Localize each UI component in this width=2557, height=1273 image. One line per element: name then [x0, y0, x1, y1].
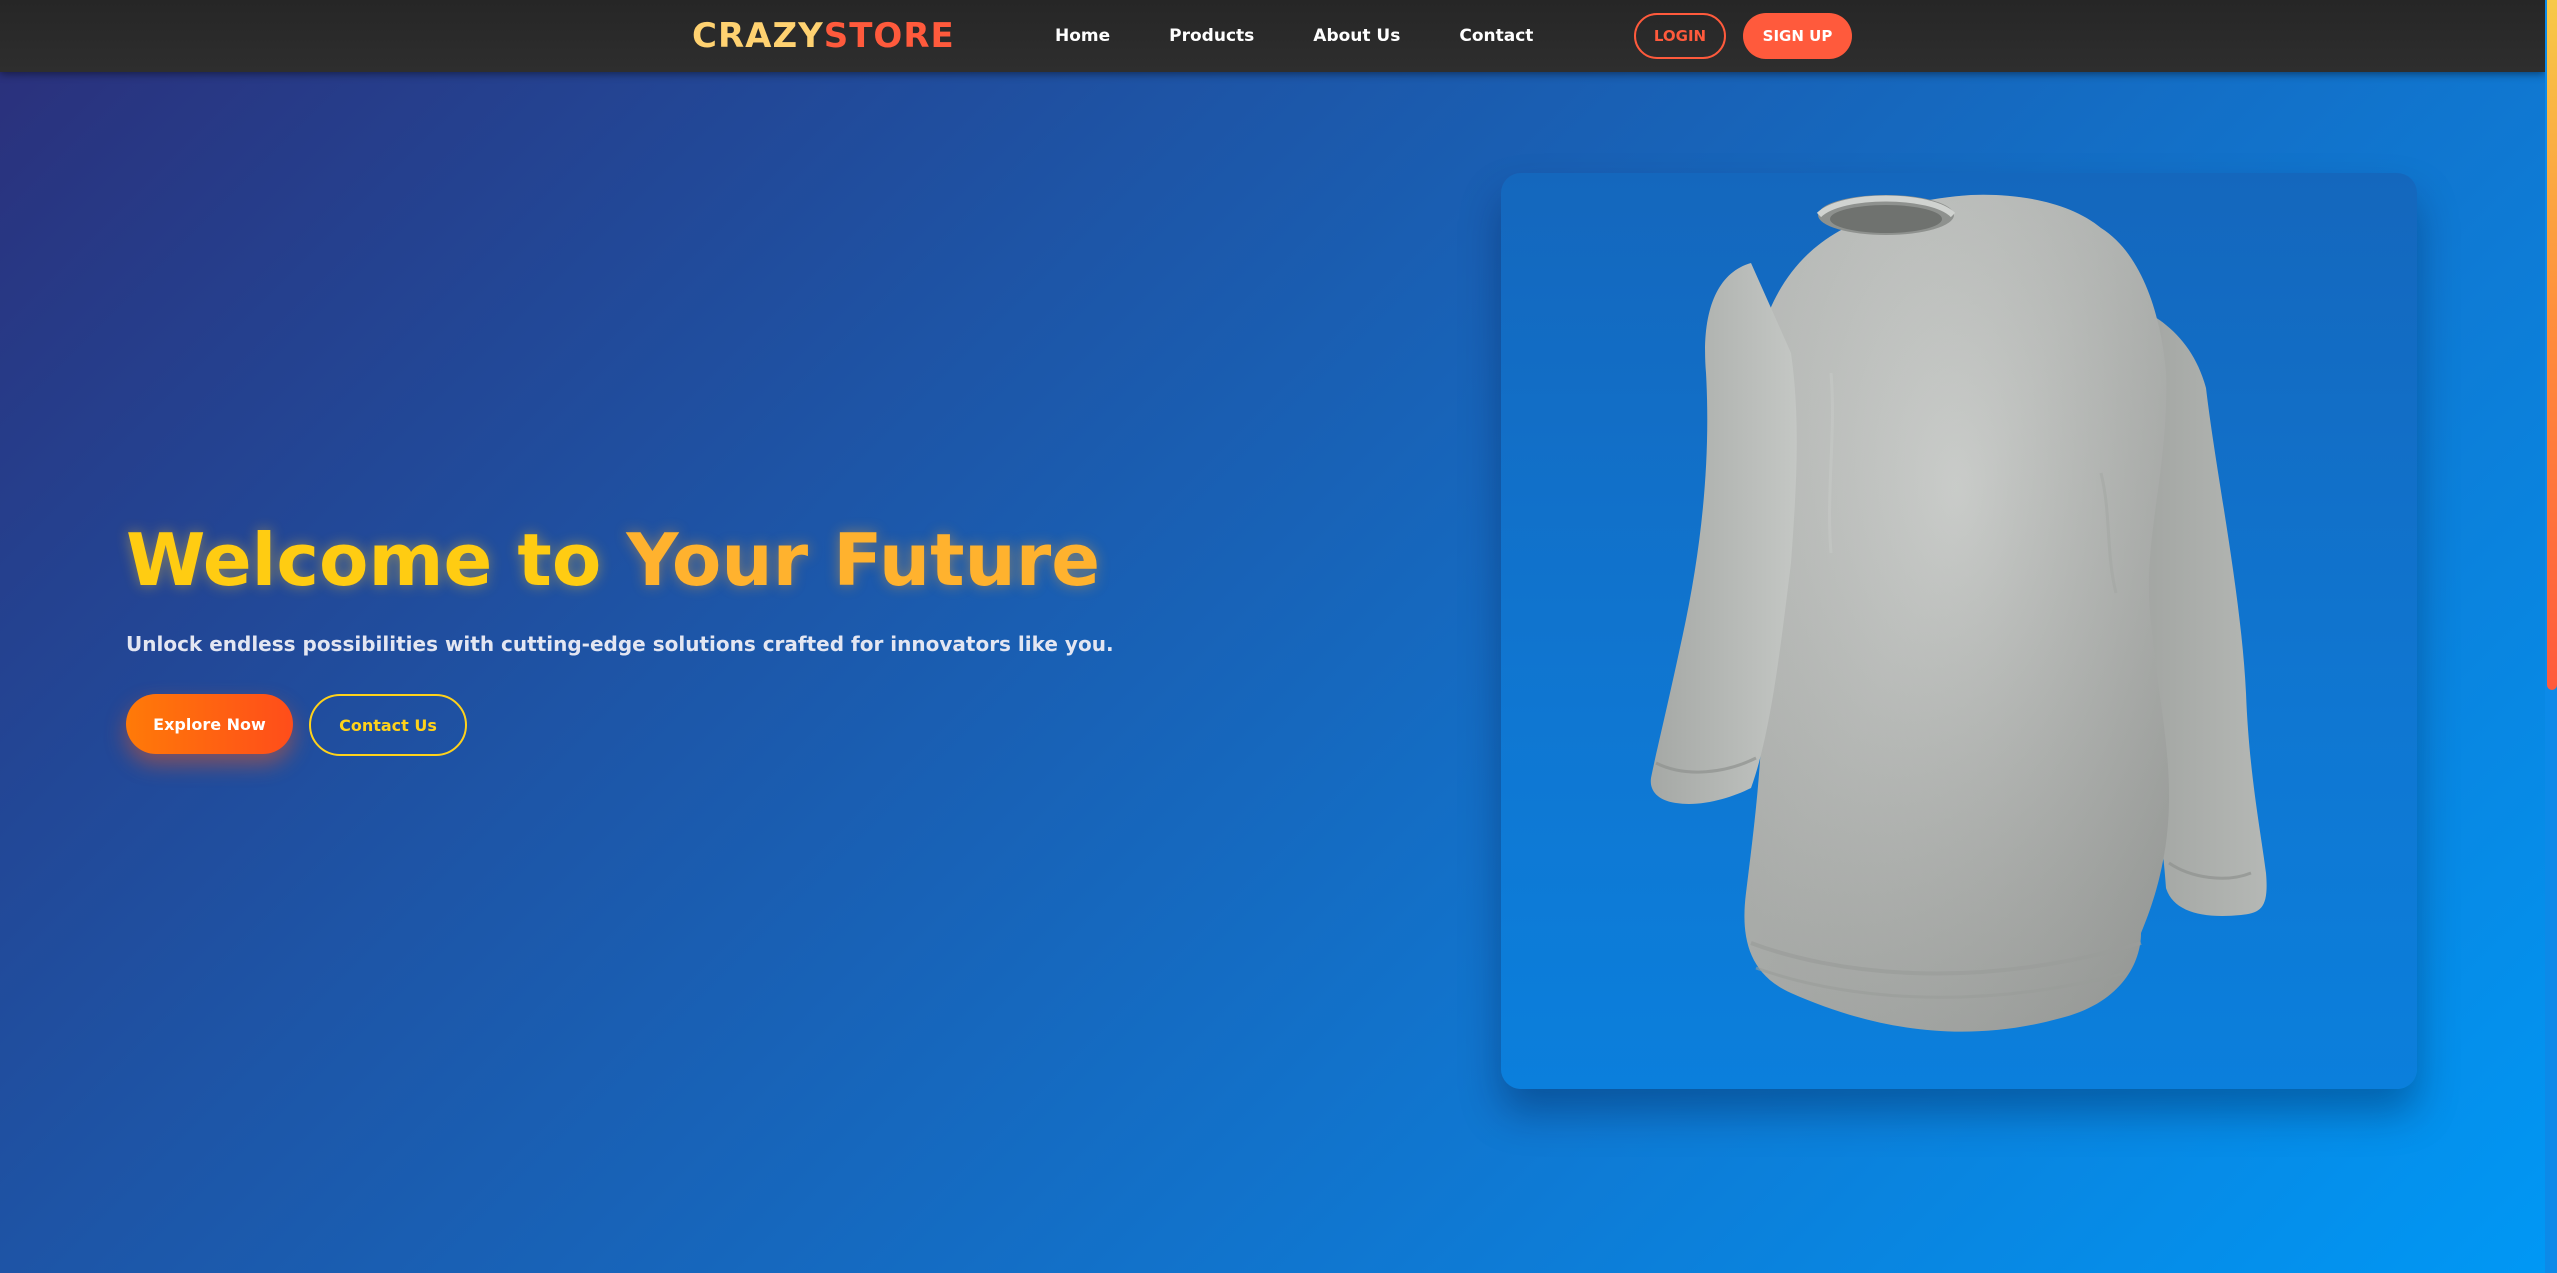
hero-title-part2: Your Future	[626, 518, 1101, 602]
hero-title-part1: Welcome to	[126, 518, 602, 602]
logo-text-crazy: CRAZY	[692, 16, 824, 56]
shirt-image	[1650, 194, 2267, 1032]
page-scrollbar-thumb[interactable]	[2547, 0, 2557, 690]
nav-link-contact[interactable]: Contact	[1459, 22, 1533, 50]
product-image-card	[1501, 173, 2417, 1089]
nav-link-home[interactable]: Home	[1055, 22, 1110, 50]
hero-subtitle: Unlock endless possibilities with cuttin…	[126, 632, 1114, 656]
navbar: CRAZYSTORE Home Products About Us Contac…	[0, 0, 2545, 72]
explore-now-button[interactable]: Explore Now	[126, 694, 293, 754]
logo-text-store: STORE	[823, 16, 955, 56]
nav-link-about-us[interactable]: About Us	[1313, 22, 1400, 50]
login-button[interactable]: LOGIN	[1634, 13, 1726, 59]
contact-us-button[interactable]: Contact Us	[309, 694, 467, 756]
site-logo[interactable]: CRAZYSTORE	[692, 14, 955, 58]
hero-title: Welcome to Your Future	[126, 512, 1100, 608]
nav-link-products[interactable]: Products	[1169, 22, 1254, 50]
nav-links: Home Products About Us Contact	[1055, 22, 1592, 50]
signup-button[interactable]: SIGN UP	[1743, 13, 1852, 59]
